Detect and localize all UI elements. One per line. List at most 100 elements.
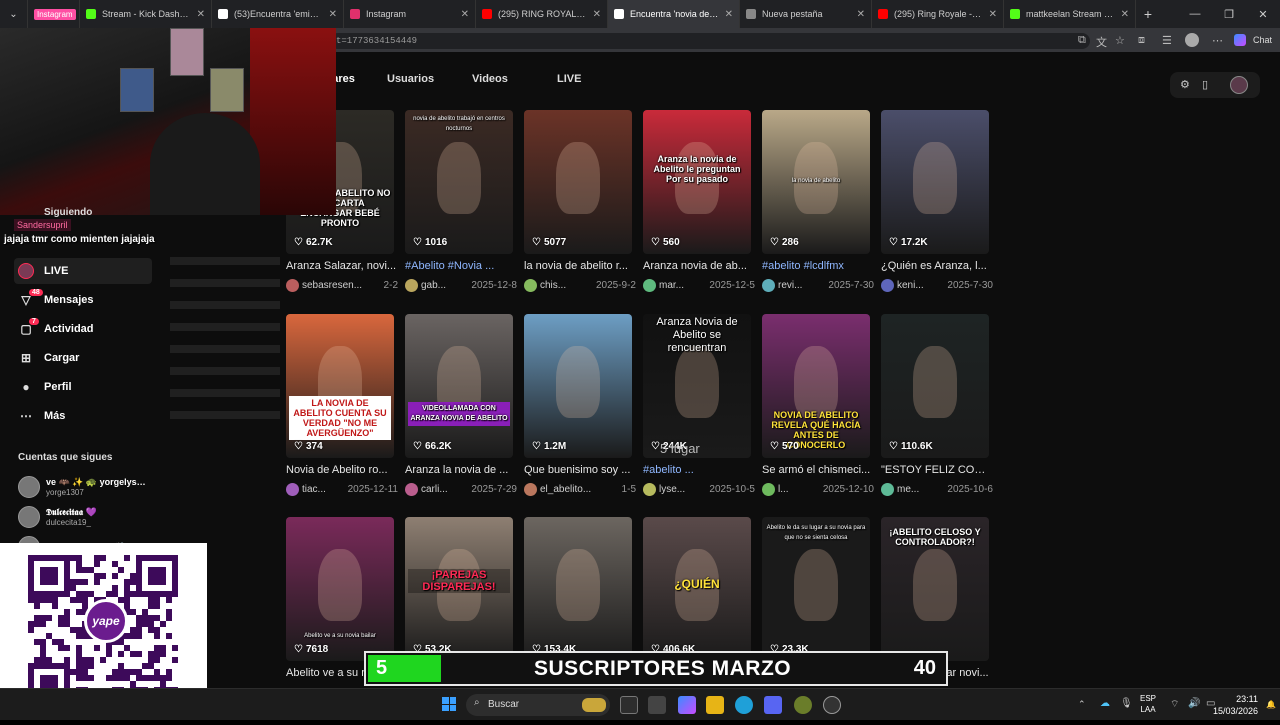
sidebar-item-actividad[interactable]: ▢ 7 Actividad (14, 316, 152, 342)
tab-close-icon[interactable]: ✕ (989, 9, 997, 20)
video-description[interactable]: Aranza Salazar, novi... (286, 260, 398, 272)
video-thumbnail[interactable]: LA NOVIA DE ABELITO CUENTA SU VERDAD "NO… (286, 314, 394, 458)
video-description[interactable]: #abelito ... (643, 464, 755, 476)
obs-icon[interactable] (823, 696, 841, 714)
author-avatar[interactable] (643, 483, 656, 496)
author-avatar[interactable] (286, 483, 299, 496)
video-thumbnail[interactable]: Aranza la novia de Abelito le preguntan … (643, 110, 751, 254)
author-avatar[interactable] (881, 279, 894, 292)
video-card[interactable]: la novia de abelito ♡ 286 #abelito #lcdlfmx… (762, 110, 874, 300)
sidebar-item-más[interactable]: ⋯ Más (14, 403, 152, 429)
video-thumbnail[interactable]: ♡ 1.2M (524, 314, 632, 458)
video-description[interactable]: la novia de abelito r... (524, 260, 636, 272)
author-avatar[interactable] (524, 483, 537, 496)
extensions-icon[interactable]: ⧈ (1138, 34, 1145, 47)
video-card[interactable]: novia de abelito trabajó en centros noct… (405, 110, 517, 300)
video-card[interactable]: LA NOVIA DE ABELITO CUENTA SU VERDAD "NO… (286, 314, 398, 504)
author-name[interactable]: lyse... (659, 484, 706, 495)
video-thumbnail[interactable]: Abelito ve a su novia bailar ♡ 7618 (286, 517, 394, 661)
tab-search-button[interactable]: ⌄ (0, 0, 28, 28)
search-tab[interactable]: Videos (472, 73, 508, 85)
author-name[interactable]: revi... (778, 280, 825, 291)
video-thumbnail[interactable]: VIDEOLLAMADA CON ARANZA NOVIA DE ABELITO… (405, 314, 513, 458)
user-avatar-icon[interactable] (1230, 76, 1248, 94)
video-thumbnail[interactable]: NOVIA DE ABELITO REVELA QUÉ HACÍA ANTES … (762, 314, 870, 458)
video-description[interactable]: Que buenisimo soy ... (524, 464, 636, 476)
author-avatar[interactable] (762, 483, 775, 496)
video-thumbnail[interactable]: ¿QUIÉN ♡ 406.6K (643, 517, 751, 661)
tab-close-icon[interactable]: ✕ (329, 9, 337, 20)
video-card[interactable]: VIDEOLLAMADA CON ARANZA NOVIA DE ABELITO… (405, 314, 517, 504)
video-card[interactable]: ♡ 17.2K ¿Quién es Aranza, l... keni... 2025-… (881, 110, 993, 300)
following-account[interactable]: ve 🦇 ✨ 🐢 yorgelys… yorge1307 (18, 474, 158, 500)
copilot-icon[interactable] (1234, 34, 1246, 46)
author-avatar[interactable] (881, 483, 894, 496)
sidebar-item-perfil[interactable]: ● Perfil (14, 374, 152, 400)
tab-close-icon[interactable]: ✕ (725, 9, 733, 20)
maximize-button[interactable]: ❐ (1212, 8, 1246, 21)
author-name[interactable]: mar... (659, 280, 706, 291)
video-description[interactable]: #abelito #lcdlfmx (762, 260, 874, 272)
sidebar-item-mensajes[interactable]: ▽ 48 Mensajes (14, 287, 152, 313)
tray-chevron-icon[interactable]: ⌃ (1078, 699, 1086, 710)
video-card[interactable]: Aranza la novia de Abelito le preguntan … (643, 110, 755, 300)
author-name[interactable]: me... (897, 484, 944, 495)
author-avatar[interactable] (762, 279, 775, 292)
video-thumbnail[interactable]: novia de abelito trabajó en centros noct… (405, 110, 513, 254)
video-thumbnail[interactable]: ¡ABELITO CELOSO Y CONTROLADOR?! (881, 517, 989, 661)
sidebar-item-cargar[interactable]: ⊞ Cargar (14, 345, 152, 371)
browser-tab[interactable]: Instagram ✕ (344, 0, 476, 28)
menu-dots-icon[interactable]: ⋯ (1212, 34, 1223, 47)
sidebar-item-live[interactable]: LIVE (14, 258, 152, 284)
task-view-icon[interactable] (620, 696, 638, 714)
video-card[interactable]: ♡ 110.6K "ESTOY FELIZ CON ... me... 2025-10-… (881, 314, 993, 504)
open-in-app-icon[interactable]: ⧉ (1078, 34, 1086, 47)
wifi-icon[interactable]: ⌔ (1170, 698, 1179, 711)
browser-tab[interactable]: Stream - Kick Dashboard ✕ (80, 0, 212, 28)
video-description[interactable]: Aranza la novia de ... (405, 464, 517, 476)
settings-icon[interactable]: ⚙ (1180, 78, 1190, 91)
author-name[interactable]: gab... (421, 280, 468, 291)
language-indicator[interactable]: ESP LAA (1140, 693, 1156, 715)
author-name[interactable]: tiac... (302, 484, 345, 495)
author-name[interactable]: keni... (897, 280, 944, 291)
tab-close-icon[interactable]: ✕ (197, 9, 205, 20)
device-icon[interactable]: ▯ (1202, 78, 1208, 91)
minimize-button[interactable]: — (1178, 8, 1212, 20)
onedrive-icon[interactable]: ☁ (1100, 698, 1110, 709)
file-explorer-icon[interactable] (706, 696, 724, 714)
start-button[interactable] (442, 697, 456, 711)
search-tab[interactable]: Usuarios (387, 73, 434, 85)
browser-tab[interactable]: Instagram (28, 0, 80, 28)
author-name[interactable]: carli... (421, 484, 468, 495)
tab-close-icon[interactable]: ✕ (593, 9, 601, 20)
author-avatar[interactable] (286, 279, 299, 292)
url-field[interactable]: t=1773634154449 (330, 33, 1090, 49)
video-thumbnail[interactable]: ♡ 153.4K (524, 517, 632, 661)
favorite-star-icon[interactable]: ☆ (1115, 34, 1125, 47)
notification-bell-icon[interactable]: 🔔 (1266, 700, 1276, 709)
new-tab-button[interactable]: + (1136, 0, 1160, 28)
video-card[interactable]: NOVIA DE ABELITO REVELA QUÉ HACÍA ANTES … (762, 314, 874, 504)
browser-tab[interactable]: mattkeelan Stream - Watc ✕ (1004, 0, 1136, 28)
volume-icon[interactable]: 🔊 (1188, 698, 1200, 709)
video-thumbnail[interactable]: Aranza Novia de Abelito se rencuentran ♡ 2… (643, 314, 751, 458)
video-description[interactable]: Aranza novia de ab... (643, 260, 755, 272)
video-thumbnail[interactable]: ♡ 5077 (524, 110, 632, 254)
profile-avatar-icon[interactable] (1185, 33, 1199, 47)
browser-tab[interactable]: (53)Encuentra 'emikukis' en ✕ (212, 0, 344, 28)
tab-close-icon[interactable]: ✕ (857, 9, 865, 20)
microphone-icon[interactable]: 🎙 (1120, 698, 1133, 709)
author-name[interactable]: sebasresen... (302, 280, 381, 291)
video-description[interactable]: Novia de Abelito ro... (286, 464, 398, 476)
tab-close-icon[interactable]: ✕ (1121, 9, 1129, 20)
favorites-icon[interactable]: ☰ (1162, 34, 1172, 47)
video-card[interactable]: Aranza Novia de Abelito se rencuentran ♡ 2… (643, 314, 755, 504)
video-description[interactable]: #Abelito #Novia ... (405, 260, 517, 272)
video-thumbnail[interactable]: ¡PAREJAS DISPAREJAS! ♡ 53.2K (405, 517, 513, 661)
tab-close-icon[interactable]: ✕ (461, 9, 469, 20)
author-avatar[interactable] (405, 483, 418, 496)
video-description[interactable]: Se armó el chismeci... (762, 464, 874, 476)
translate-icon[interactable]: 文 (1096, 34, 1107, 50)
author-avatar[interactable] (524, 279, 537, 292)
